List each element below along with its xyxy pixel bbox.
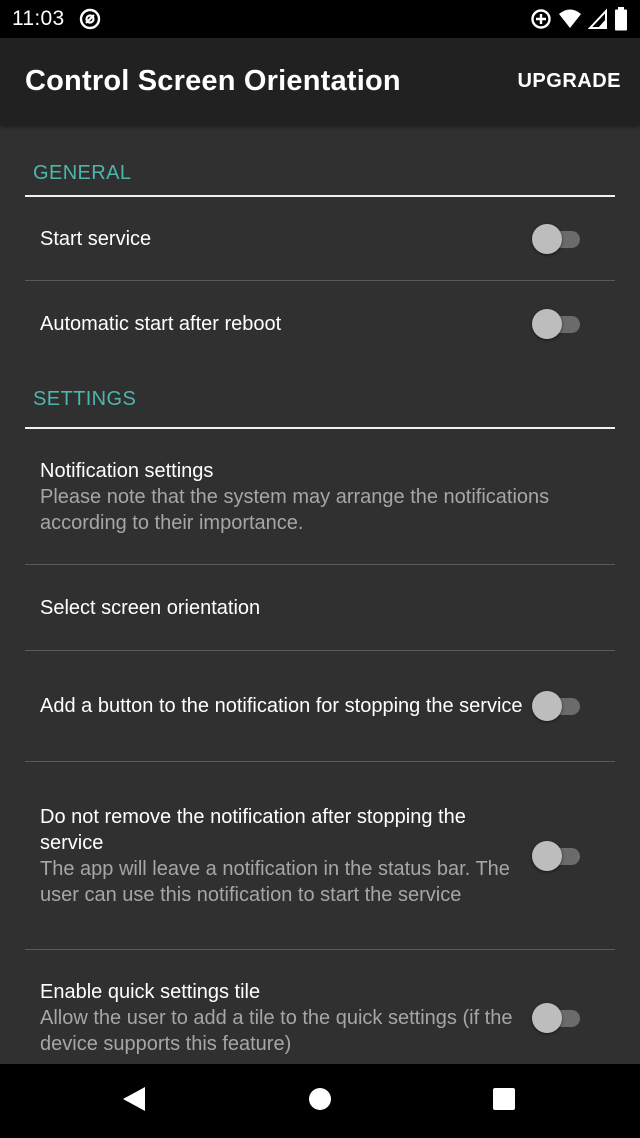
wifi-icon <box>558 8 582 30</box>
pref-stop-button[interactable]: Add a button to the notification for sto… <box>25 651 615 762</box>
pref-keep-notification-summary: The app will leave a notification in the… <box>40 857 510 906</box>
status-right <box>530 7 628 31</box>
home-button[interactable] <box>280 1064 360 1138</box>
pref-start-service[interactable]: Start service <box>25 197 615 281</box>
back-button[interactable] <box>94 1064 174 1138</box>
app-bar: Control Screen Orientation UPGRADE <box>0 38 640 125</box>
page-title: Control Screen Orientation <box>25 65 401 97</box>
auto-start-switch[interactable] <box>532 309 582 339</box>
home-icon <box>308 1087 332 1116</box>
switch-thumb <box>532 691 562 721</box>
pref-notification-settings[interactable]: Notification settings Please note that t… <box>25 429 615 565</box>
quick-tile-switch[interactable] <box>532 1003 582 1033</box>
pref-start-service-title: Start service <box>40 227 152 250</box>
pref-keep-notification[interactable]: Do not remove the notification after sto… <box>25 762 615 950</box>
section-header-settings-label: SETTINGS <box>33 388 137 410</box>
stop-button-switch[interactable] <box>532 691 582 721</box>
keep-notification-switch[interactable] <box>532 840 582 871</box>
section-header-settings: SETTINGS <box>25 367 615 427</box>
recents-button[interactable] <box>464 1064 544 1138</box>
pref-auto-start-title: Automatic start after reboot <box>40 313 282 335</box>
pref-auto-start[interactable]: Automatic start after reboot <box>25 281 615 367</box>
navigation-bar <box>0 1064 640 1138</box>
switch-thumb <box>532 1003 562 1033</box>
pref-notification-settings-summary: Please note that the system may arrange … <box>40 485 550 534</box>
switch-thumb <box>532 223 562 254</box>
preferences-list: GENERAL Start service Automatic start af… <box>25 125 615 1086</box>
back-icon <box>121 1085 147 1118</box>
recents-icon <box>492 1087 516 1116</box>
switch-thumb <box>532 840 562 871</box>
pref-select-orientation-title: Select screen orientation <box>40 596 261 619</box>
status-left: 11:03 <box>12 7 101 31</box>
pref-quick-tile-title: Enable quick settings tile <box>40 981 261 1003</box>
upgrade-button[interactable]: UPGRADE <box>517 70 621 93</box>
at-sign-icon <box>79 8 101 30</box>
pref-keep-notification-title: Do not remove the notification after sto… <box>40 805 466 854</box>
pref-stop-button-title: Add a button to the notification for sto… <box>40 695 523 717</box>
pref-select-orientation[interactable]: Select screen orientation <box>25 565 615 651</box>
pref-quick-tile-summary: Allow the user to add a tile to the quic… <box>40 1007 513 1055</box>
data-saver-icon <box>530 8 552 30</box>
section-header-general-label: GENERAL <box>33 162 132 184</box>
switch-thumb <box>532 309 562 339</box>
status-bar: 11:03 <box>0 0 640 38</box>
status-time: 11:03 <box>12 7 65 30</box>
start-service-switch[interactable] <box>532 223 582 254</box>
pref-notification-settings-title: Notification settings <box>40 459 214 482</box>
section-header-general: GENERAL <box>25 125 615 195</box>
battery-icon <box>614 7 628 31</box>
signal-icon <box>588 8 608 30</box>
